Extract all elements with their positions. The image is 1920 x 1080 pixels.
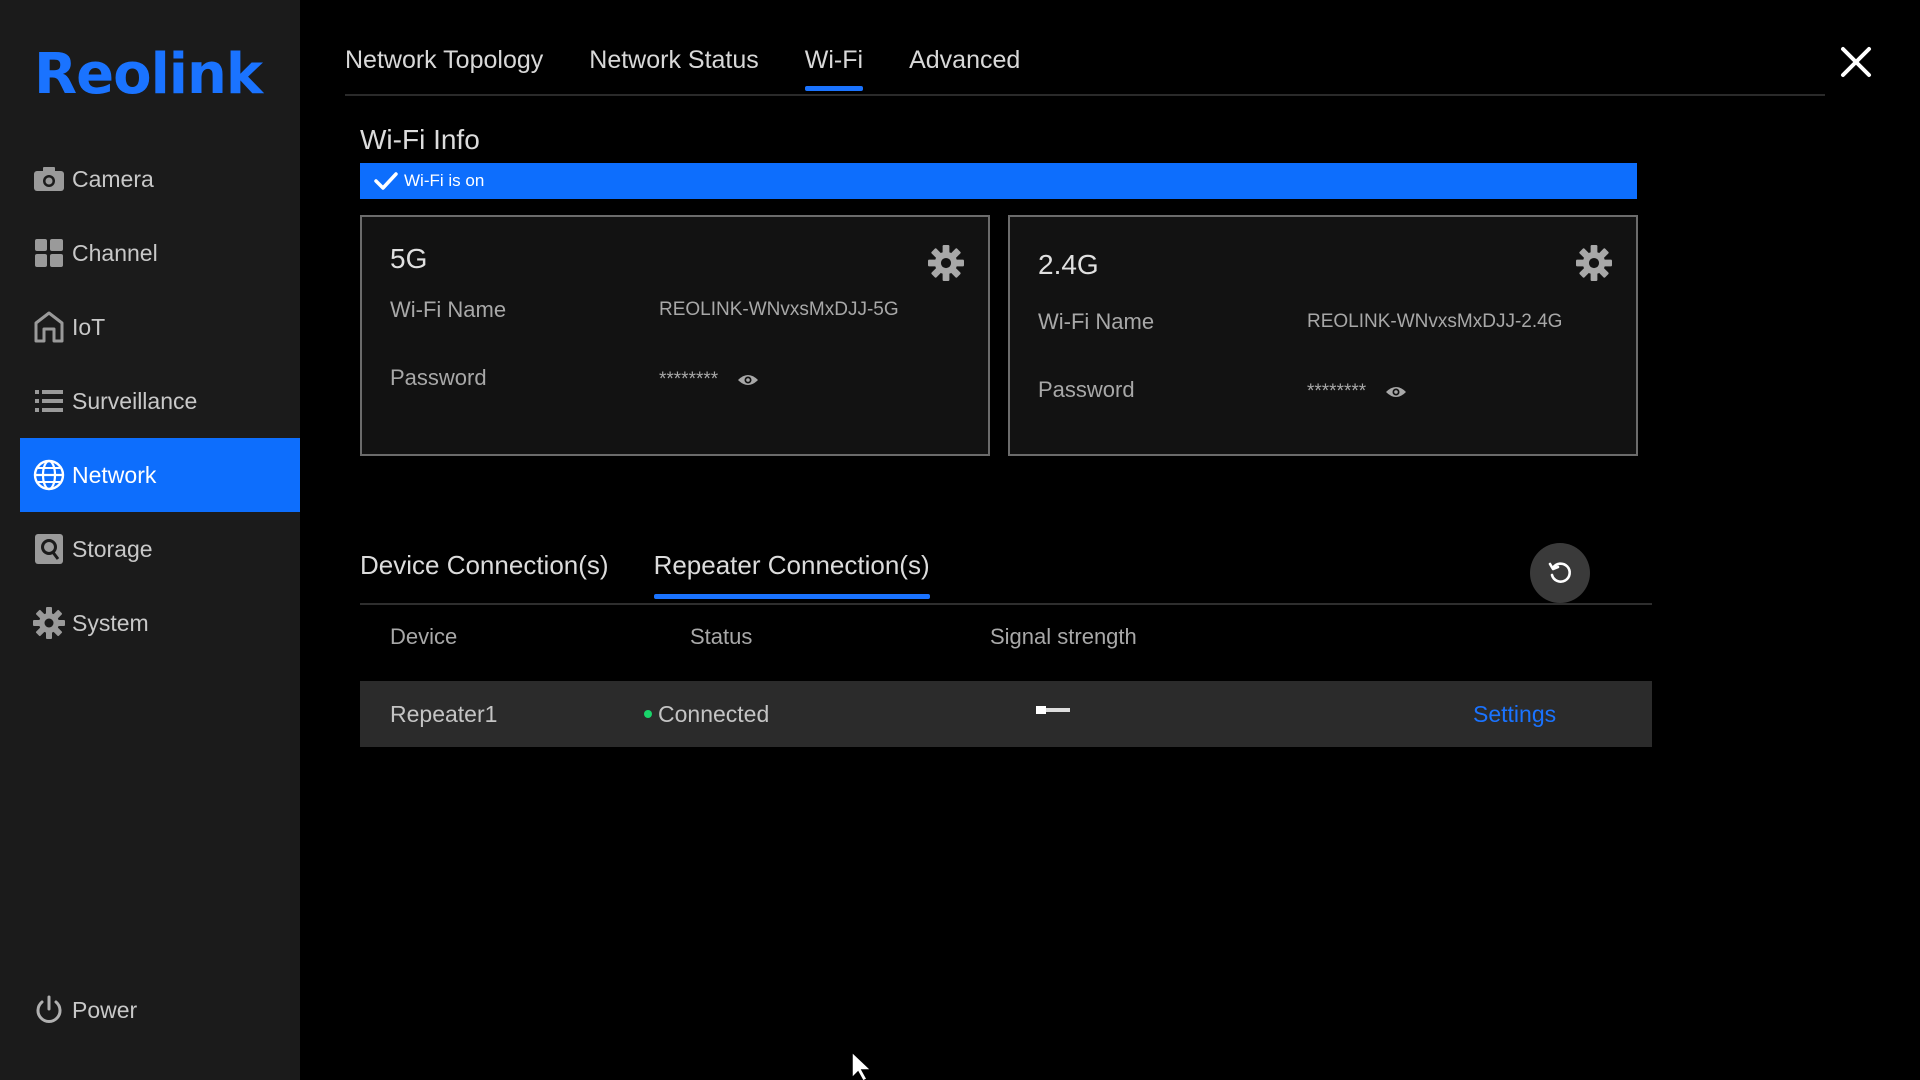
wifi-status-banner: Wi-Fi is on	[360, 163, 1637, 199]
tabs-divider	[345, 94, 1825, 96]
signal-strength-icon	[1036, 706, 1070, 714]
sidebar-item-iot[interactable]: IoT	[20, 290, 300, 364]
wifi-name-value: REOLINK-WNvxsMxDJJ-2.4G	[1307, 311, 1563, 332]
globe-icon	[32, 458, 66, 492]
list-icon	[32, 384, 66, 418]
table-row: Repeater1 Connected Settings	[360, 681, 1652, 747]
grid-icon	[32, 236, 66, 270]
sidebar-item-label: Camera	[72, 165, 154, 192]
eye-icon[interactable]	[1385, 384, 1407, 400]
sidebar-item-storage[interactable]: Storage	[20, 512, 300, 586]
refresh-button[interactable]	[1530, 543, 1590, 603]
sidebar-item-label: Surveillance	[72, 387, 198, 414]
wifi-name-label: Wi-Fi Name	[390, 297, 507, 322]
close-button[interactable]	[1838, 44, 1874, 80]
home-icon	[32, 310, 66, 344]
storage-icon	[32, 532, 66, 566]
sidebar-item-label: Channel	[72, 239, 158, 266]
tab-network-status[interactable]: Network Status	[589, 46, 759, 91]
mouse-cursor-icon	[851, 1050, 873, 1080]
sidebar: Reolink Camera Channel IoT Surveillance	[0, 0, 300, 1080]
band-title: 2.4G	[1038, 249, 1099, 280]
sidebar-item-label: Storage	[72, 535, 153, 562]
sidebar-item-label: IoT	[72, 313, 106, 340]
password-value: ********	[1307, 381, 1367, 402]
power-button[interactable]: Power	[32, 993, 137, 1027]
power-icon	[32, 993, 66, 1027]
column-header-status: Status	[690, 624, 753, 649]
sidebar-item-network[interactable]: Network	[20, 438, 300, 512]
eye-icon[interactable]	[737, 372, 759, 388]
wifi-name-label: Wi-Fi Name	[1038, 309, 1155, 334]
reolink-logo: Reolink	[34, 42, 263, 107]
wifi-info-title: Wi-Fi Info	[360, 124, 480, 155]
gear-icon[interactable]	[928, 245, 964, 281]
password-value: ********	[659, 369, 719, 390]
check-icon	[374, 172, 398, 190]
tab-device-connections[interactable]: Device Connection(s)	[360, 550, 609, 599]
wifi-name-value: REOLINK-WNvxsMxDJJ-5G	[659, 299, 899, 320]
tab-repeater-connections[interactable]: Repeater Connection(s)	[653, 550, 930, 599]
sidebar-item-surveillance[interactable]: Surveillance	[20, 364, 300, 438]
tab-advanced[interactable]: Advanced	[909, 46, 1020, 91]
password-label: Password	[390, 365, 487, 390]
column-header-device: Device	[390, 624, 458, 649]
band-title: 5G	[390, 243, 428, 274]
power-label: Power	[72, 996, 138, 1023]
sidebar-item-channel[interactable]: Channel	[20, 216, 300, 290]
sidebar-item-system[interactable]: System	[20, 586, 300, 660]
network-tabs: Network Topology Network Status Wi-Fi Ad…	[345, 46, 1066, 91]
status-text: Connected	[658, 701, 770, 727]
gear-icon	[32, 606, 66, 640]
tab-network-topology[interactable]: Network Topology	[345, 46, 543, 91]
password-field: ********	[1307, 381, 1597, 402]
tab-wifi[interactable]: Wi-Fi	[804, 46, 864, 91]
sidebar-item-label: Network	[72, 461, 157, 488]
sidebar-item-camera[interactable]: Camera	[20, 142, 300, 216]
close-icon	[1841, 47, 1871, 77]
gear-icon[interactable]	[1576, 245, 1612, 281]
camera-icon	[32, 162, 66, 196]
password-label: Password	[1038, 377, 1135, 402]
sidebar-nav: Camera Channel IoT Surveillance Network	[20, 142, 300, 660]
settings-link[interactable]: Settings	[1473, 701, 1556, 728]
band-card-5g: 5G Wi-Fi Name REOLINK-WNvxsMxDJJ-5G Pass…	[360, 215, 990, 456]
status-cell: Connected	[644, 701, 769, 728]
connection-tabs: Device Connection(s) Repeater Connection…	[360, 550, 975, 599]
password-field: ********	[659, 369, 949, 390]
connections-divider	[360, 603, 1652, 605]
band-card-2-4g: 2.4G Wi-Fi Name REOLINK-WNvxsMxDJJ-2.4G …	[1008, 215, 1638, 456]
sidebar-item-label: System	[72, 609, 149, 636]
wifi-status-text: Wi-Fi is on	[404, 171, 485, 190]
column-header-signal: Signal strength	[990, 624, 1137, 649]
refresh-icon	[1548, 562, 1571, 583]
device-name: Repeater1	[390, 701, 498, 727]
status-dot	[644, 709, 652, 718]
